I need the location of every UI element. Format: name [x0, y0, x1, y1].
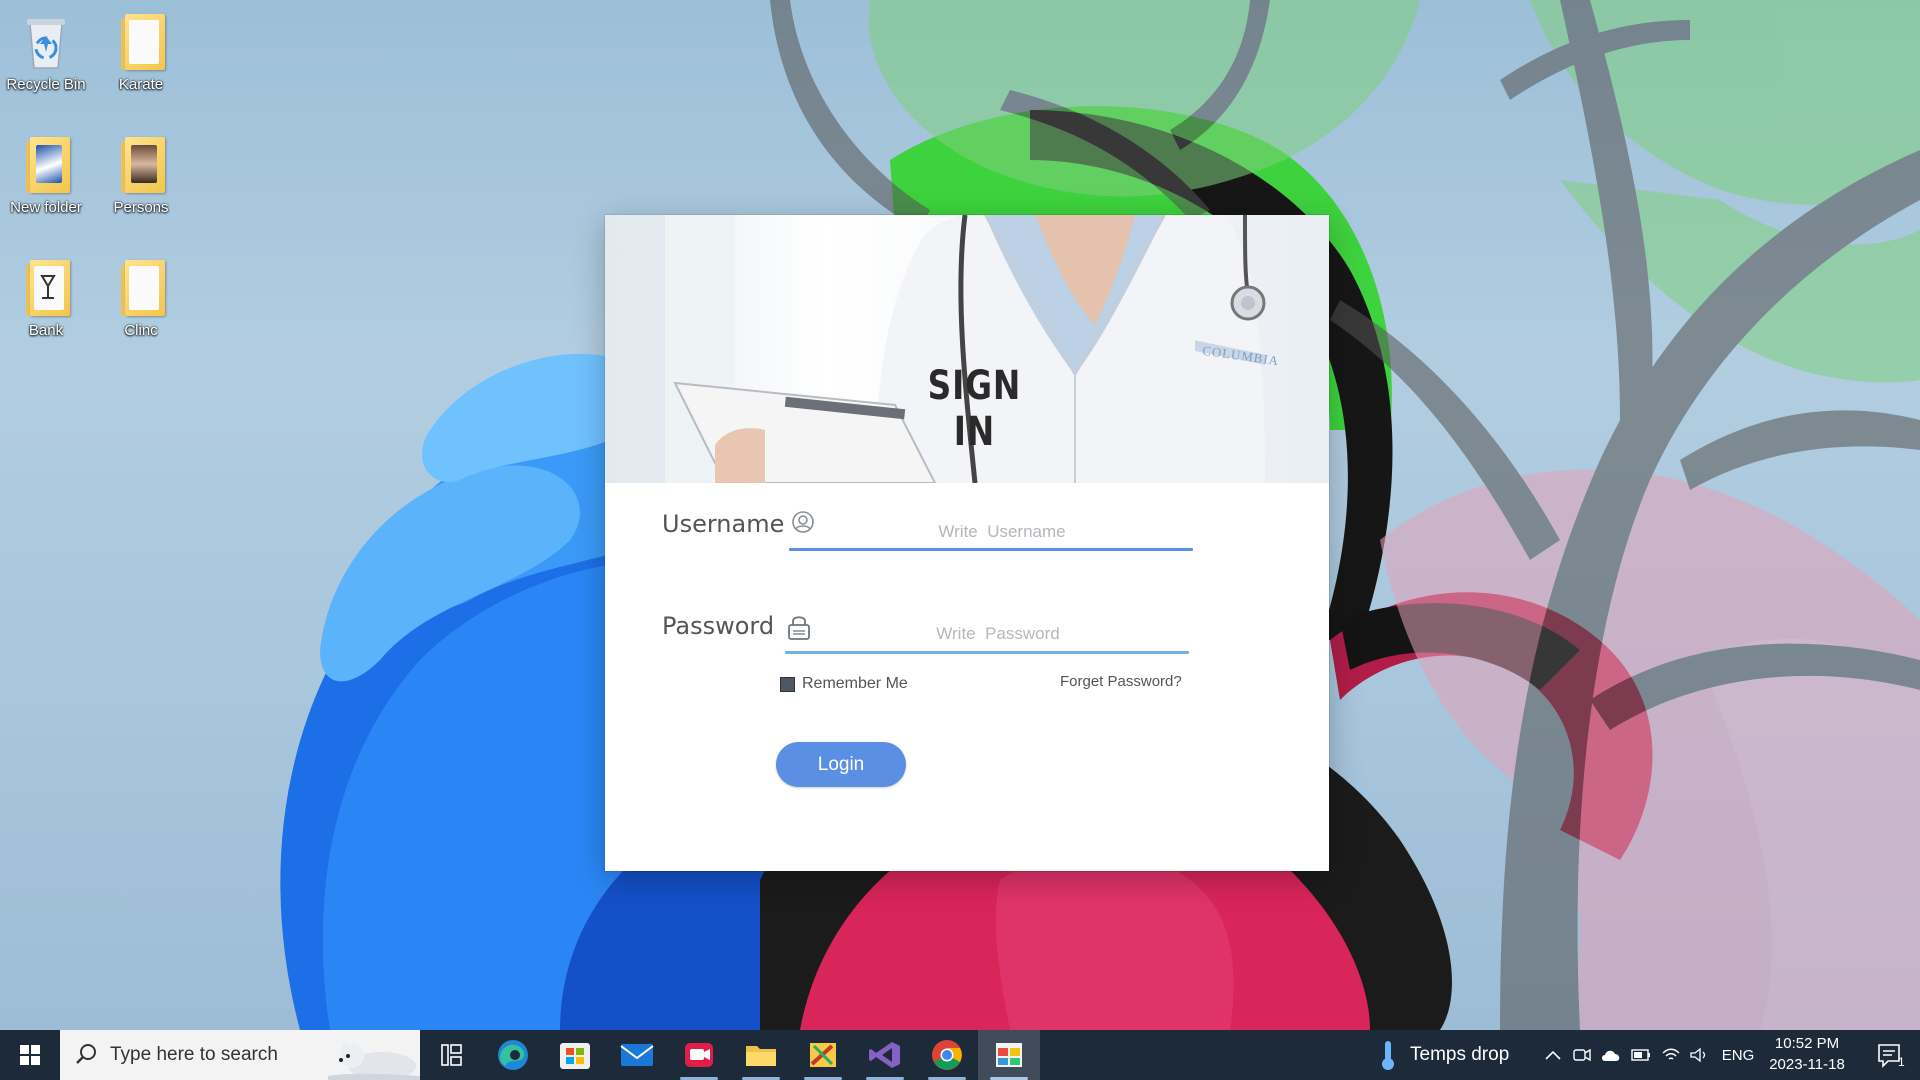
desktop-icon-clinc[interactable]: Clinc	[95, 250, 187, 360]
folder-icon	[746, 1046, 776, 1066]
taskbar-recorder[interactable]	[668, 1030, 730, 1080]
taskbar-store[interactable]	[544, 1030, 606, 1080]
store-icon	[560, 1043, 590, 1069]
username-label: Username	[662, 510, 785, 538]
recorder-icon	[685, 1043, 713, 1067]
thermometer-icon	[1382, 1041, 1394, 1070]
notification-center-button[interactable]: 1	[1862, 1030, 1920, 1080]
hero-banner: COLUMBIA SIGN IN	[605, 215, 1329, 483]
start-button[interactable]	[0, 1030, 60, 1080]
desktop-icon-label: Clinc	[124, 322, 158, 339]
taskbar-task-view[interactable]	[420, 1030, 482, 1080]
clock[interactable]: 10:52 PM 2023-11-18	[1762, 1033, 1852, 1075]
remember-me-checkbox[interactable]: Remember Me	[780, 674, 908, 694]
search-placeholder: Type here to search	[110, 1044, 278, 1065]
signin-window: COLUMBIA SIGN IN Username Password	[605, 215, 1329, 871]
password-input[interactable]	[828, 622, 1168, 646]
weather-widget[interactable]: Temps drop	[1378, 1030, 1509, 1080]
polar-bear-icon	[328, 1042, 420, 1080]
folder-icon	[18, 133, 74, 195]
password-label: Password	[662, 612, 775, 640]
tools-icon	[810, 1043, 836, 1067]
desktop-icon-label: Persons	[113, 199, 169, 216]
show-hidden-icons-button[interactable]	[1538, 1030, 1568, 1080]
desktop-icon-bank[interactable]: Bank	[0, 250, 92, 360]
signin-title: SIGN IN	[927, 363, 1022, 455]
folder-icon	[113, 133, 169, 195]
wifi-icon	[1662, 1048, 1680, 1060]
clock-time: 10:52 PM	[1774, 1035, 1840, 1052]
recycle-bin-icon	[18, 10, 74, 72]
taskbar-mail[interactable]	[606, 1030, 668, 1080]
username-underline	[789, 548, 1193, 551]
desktop-icon-label: Recycle Bin	[6, 76, 86, 93]
password-underline	[785, 651, 1189, 654]
desktop-icon-label: New folder	[10, 199, 82, 216]
remember-me-label: Remember Me	[802, 675, 908, 692]
folder-icon	[18, 256, 74, 318]
desktop-icon-recycle-bin[interactable]: Recycle Bin	[0, 4, 92, 114]
speaker-icon	[1690, 1047, 1706, 1063]
username-input[interactable]	[832, 520, 1172, 544]
chevron-up-icon	[1545, 1050, 1561, 1060]
desktop-icon-label: Bank	[28, 322, 64, 339]
search-icon	[76, 1044, 96, 1064]
checkbox-icon[interactable]	[780, 676, 795, 692]
battery-icon	[1631, 1049, 1650, 1061]
tray-volume[interactable]	[1686, 1030, 1712, 1080]
app-window-icon	[996, 1043, 1022, 1067]
notification-icon	[1878, 1044, 1900, 1068]
tray-meet-now[interactable]	[1570, 1030, 1594, 1080]
clock-date: 2023-11-18	[1769, 1056, 1845, 1073]
forgot-password-link[interactable]: Forget Password?	[1060, 673, 1182, 690]
lock-icon	[785, 612, 813, 642]
desktop-icon-karate[interactable]: Karate	[95, 4, 187, 114]
tray-onedrive[interactable]	[1598, 1030, 1624, 1080]
taskbar-file-explorer[interactable]	[730, 1030, 792, 1080]
folder-icon	[113, 10, 169, 72]
notification-count: 1	[1898, 1055, 1905, 1069]
weather-text: Temps drop	[1410, 1044, 1510, 1065]
password-row: Password	[662, 612, 1202, 654]
taskbar: Type here to search Temps drop ENG 10:52…	[0, 1030, 1920, 1080]
tray-network[interactable]	[1658, 1030, 1684, 1080]
tray-language[interactable]: ENG	[1716, 1030, 1760, 1080]
cloud-icon	[1602, 1050, 1620, 1061]
camera-icon	[1573, 1048, 1591, 1062]
username-row: Username	[662, 510, 1202, 551]
desktop-icon-persons[interactable]: Persons	[95, 127, 187, 237]
taskbar-chrome[interactable]	[916, 1030, 978, 1080]
chrome-icon	[932, 1040, 962, 1070]
windows-icon	[20, 1045, 40, 1065]
taskbar-edge[interactable]	[482, 1030, 544, 1080]
edge-icon	[498, 1040, 528, 1070]
tray-battery[interactable]	[1628, 1030, 1654, 1080]
taskbar-active-app[interactable]	[978, 1030, 1040, 1080]
desktop-icon-new-folder[interactable]: New folder	[0, 127, 92, 237]
taskbar-tools-app[interactable]	[792, 1030, 854, 1080]
user-icon	[789, 510, 817, 540]
folder-icon	[113, 256, 169, 318]
mail-icon	[620, 1044, 654, 1066]
desktop-icon-label: Karate	[118, 76, 164, 93]
taskbar-search[interactable]: Type here to search	[60, 1030, 420, 1080]
task-view-icon	[441, 1044, 462, 1066]
taskbar-visual-studio[interactable]	[854, 1030, 916, 1080]
visual-studio-icon	[869, 1042, 900, 1068]
login-button[interactable]: Login	[776, 742, 906, 787]
